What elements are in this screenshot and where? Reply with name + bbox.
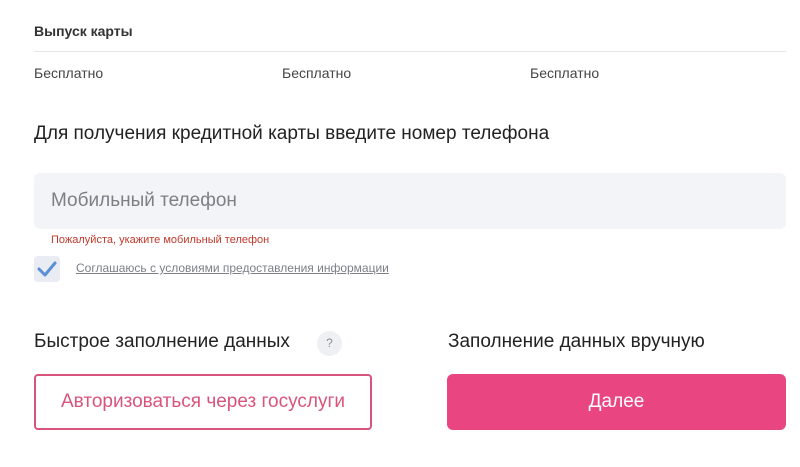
credit-card-application-page: Выпуск карты Бесплатно Бесплатно Бесплат…	[0, 0, 800, 467]
card-issue-value-3: Бесплатно	[530, 65, 600, 81]
manual-fill-title: Заполнение данных вручную	[448, 331, 705, 352]
mobile-phone-input[interactable]	[34, 173, 786, 229]
consent-checkbox[interactable]	[34, 256, 60, 282]
consent-terms-link[interactable]: Соглашаюсь с условиями предоставления ин…	[76, 261, 389, 275]
card-issue-value-2: Бесплатно	[282, 65, 352, 81]
card-issue-title: Выпуск карты	[34, 23, 133, 39]
divider	[34, 51, 786, 52]
question-icon[interactable]: ?	[317, 331, 342, 356]
phone-error-message: Пожалуйста, укажите мобильный телефон	[51, 234, 270, 246]
gosuslugi-auth-button[interactable]: Авторизоваться через госуслуги	[34, 374, 372, 430]
card-issue-value-1: Бесплатно	[34, 65, 104, 81]
checkmark-icon	[37, 261, 57, 277]
fast-fill-title: Быстрое заполнение данных	[34, 331, 290, 352]
next-button[interactable]: Далее	[447, 374, 786, 430]
phone-instruction: Для получения кредитной карты введите но…	[34, 123, 550, 144]
